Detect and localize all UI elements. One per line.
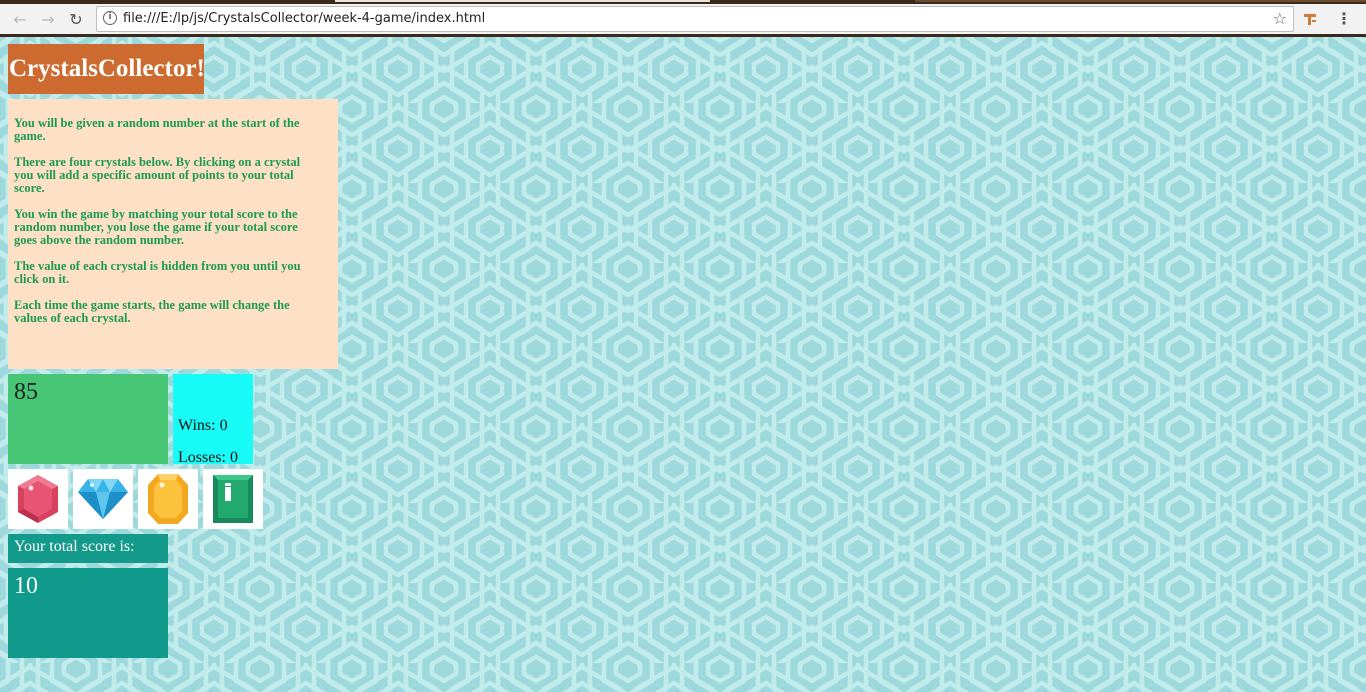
crystal-button-blue[interactable] [73,469,133,529]
star-icon[interactable]: ☆ [1273,9,1287,28]
kebab-menu-icon[interactable]: ⋮ [1336,10,1352,28]
wins-counter: Wins: 0 [178,417,228,434]
crystal-button-red[interactable] [8,469,68,529]
active-tab-edge [335,0,710,2]
page-viewport: CrystalsCollector! You will be given a r… [0,37,1366,692]
total-score-label: Your total score is: [8,534,168,563]
info-icon[interactable]: i [103,11,117,25]
crystal-button-green[interactable] [203,469,263,529]
back-arrow-icon[interactable]: ← [9,8,31,30]
address-bar-url[interactable]: file:///E:/lp/js/CrystalsCollector/week-… [123,11,485,26]
win-loss-panel: Wins: 0 Losses: 0 [173,374,253,466]
instructions-panel: You will be given a random number at the… [8,99,338,369]
forward-arrow-icon[interactable]: → [37,8,59,30]
red-crystal-icon [18,475,58,523]
random-number-display: 85 [8,374,168,464]
instruction-text: You will be given a random number at the… [14,116,300,143]
crystal-button-yellow[interactable] [138,469,198,529]
game-title: CrystalsCollector! [8,44,205,94]
blue-diamond-icon [78,479,128,519]
browser-toolbar: ← → ↻ i file:///E:/lp/js/CrystalsCollect… [0,4,1366,35]
instruction-text: There are four crystals below. By clicki… [14,155,301,195]
instruction-text: Each time the game starts, the game will… [14,298,290,325]
address-bar[interactable]: i file:///E:/lp/js/CrystalsCollector/wee… [96,6,1294,32]
inactive-tab-edge [915,0,1366,2]
instruction-text: You win the game by matching your total … [14,207,298,247]
total-score-display: 10 [8,568,168,658]
instruction-text: The value of each crystal is hidden from… [14,259,301,286]
yellow-crystal-icon [148,474,188,524]
green-crystal-icon [213,475,253,523]
extension-icon[interactable] [1302,11,1318,27]
reload-icon[interactable]: ↻ [65,8,87,30]
